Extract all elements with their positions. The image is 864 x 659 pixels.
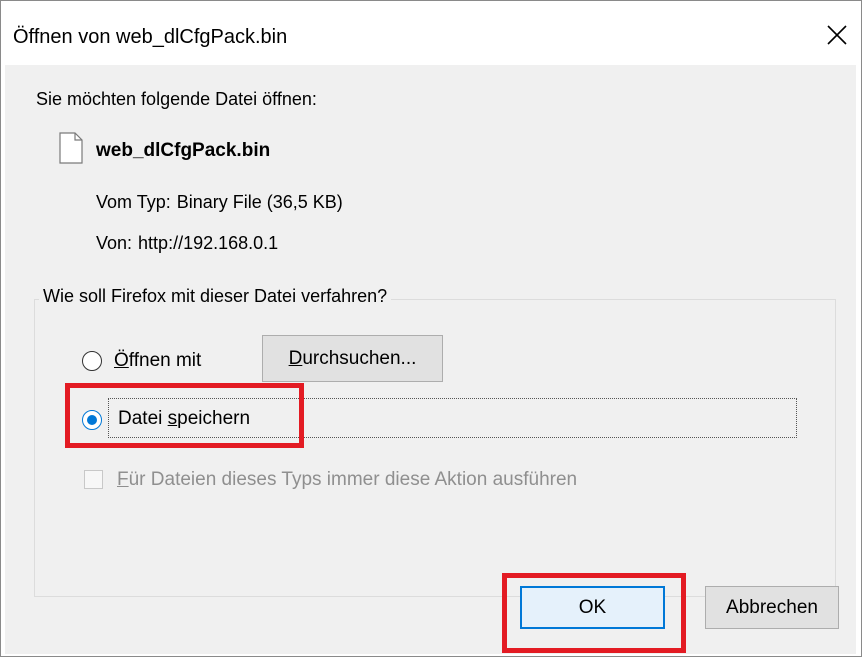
close-button[interactable] bbox=[817, 15, 857, 55]
open-with-label[interactable]: Öffnen mit bbox=[114, 350, 201, 372]
open-prompt: Sie möchten folgende Datei öffnen: bbox=[36, 89, 317, 109]
save-file-label-text: Datei bbox=[118, 408, 168, 429]
title-bar[interactable]: Öffnen von web_dlCfgPack.bin bbox=[1, 1, 861, 63]
dialog-title: Öffnen von web_dlCfgPack.bin bbox=[13, 26, 288, 48]
file-type-value: Binary File (36,5 KB) bbox=[176, 192, 343, 212]
file-source-label: Von: bbox=[96, 233, 133, 253]
open-with-label-text: ffnen mit bbox=[128, 350, 202, 371]
save-file-label-rest: peichern bbox=[177, 408, 251, 429]
dialog-body: Sie möchten folgende Datei öffnen: web_d… bbox=[5, 65, 856, 654]
open-with-mnemonic: Ö bbox=[114, 350, 129, 371]
browse-button[interactable]: Durchsuchen... bbox=[262, 335, 443, 382]
always-do-label-text: ür Dateien dieses Typs immer diese Aktio… bbox=[128, 469, 578, 490]
ok-button[interactable]: OK bbox=[520, 586, 665, 629]
close-icon bbox=[827, 25, 847, 45]
file-name: web_dlCfgPack.bin bbox=[96, 140, 271, 161]
file-open-dialog: Öffnen von web_dlCfgPack.bin Sie möchten… bbox=[0, 0, 862, 657]
save-file-label[interactable]: Datei speichern bbox=[118, 408, 250, 430]
browse-label-text: urchsuchen... bbox=[302, 347, 417, 369]
action-group-legend: Wie soll Firefox mit dieser Datei verfah… bbox=[39, 286, 392, 307]
file-source-line: Von: http://192.168.0.1 bbox=[96, 233, 278, 254]
save-file-radio[interactable] bbox=[82, 410, 102, 430]
always-do-mnemonic: F bbox=[117, 469, 129, 490]
save-file-mnemonic: s bbox=[167, 408, 178, 429]
file-icon bbox=[59, 132, 83, 164]
always-do-checkbox[interactable] bbox=[84, 470, 103, 489]
always-do-label[interactable]: Für Dateien dieses Typs immer diese Akti… bbox=[117, 469, 577, 491]
browse-mnemonic: D bbox=[288, 347, 303, 369]
open-with-radio[interactable] bbox=[82, 351, 102, 371]
file-type-label: Vom Typ: bbox=[96, 192, 171, 212]
file-type-line: Vom Typ: Binary File (36,5 KB) bbox=[96, 192, 343, 213]
file-source-value: http://192.168.0.1 bbox=[138, 233, 279, 253]
cancel-button[interactable]: Abbrechen bbox=[705, 586, 839, 629]
